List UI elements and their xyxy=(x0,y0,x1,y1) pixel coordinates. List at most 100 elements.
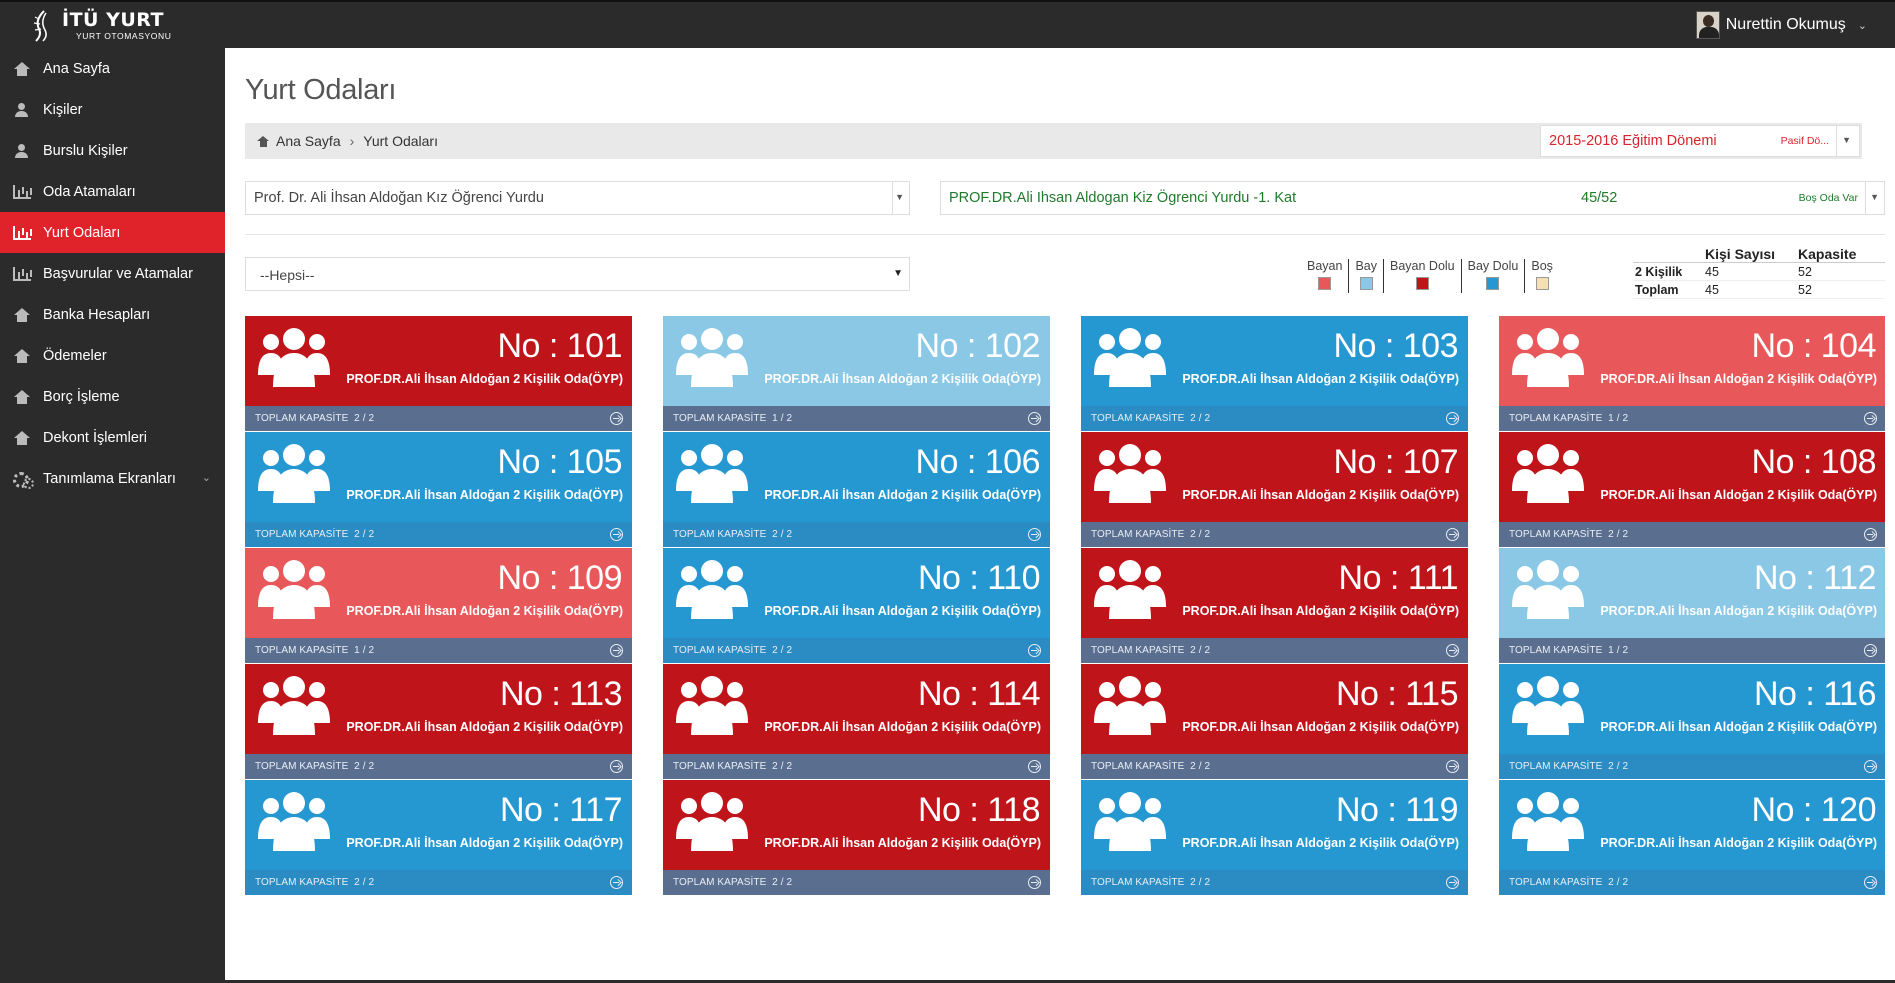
caret-down-icon: ▼ xyxy=(895,192,904,202)
user-menu[interactable]: Nurettin Okumuş ⌄ xyxy=(1695,10,1867,40)
arrow-circle-right-icon[interactable] xyxy=(1028,644,1041,657)
arrow-circle-right-icon[interactable] xyxy=(610,760,623,773)
sidebar-item-dekont-islemleri[interactable]: Dekont İşlemleri xyxy=(0,417,225,458)
room-number: No : 109 xyxy=(497,559,622,597)
arrow-circle-right-icon[interactable] xyxy=(1864,412,1877,425)
users-icon xyxy=(1512,323,1584,389)
room-capacity: TOPLAM KAPASİTE 1 / 2 xyxy=(673,413,793,424)
sidebar-item-kisiler[interactable]: Kişiler xyxy=(0,89,225,130)
sidebar-item-odemeler[interactable]: Ödemeler xyxy=(0,335,225,376)
arrow-circle-right-icon[interactable] xyxy=(610,644,623,657)
users-icon xyxy=(676,671,748,737)
logo[interactable]: İTÜ YURT YURT OTOMASYONU xyxy=(30,8,171,44)
sidebar-item-tanimlama-ekranlari[interactable]: Tanımlama Ekranları ⌄ xyxy=(0,458,225,499)
room-card[interactable]: No : 103 PROF.DR.Ali İhsan Aldoğan 2 Kişi… xyxy=(1081,316,1468,431)
room-type: PROF.DR.Ali İhsan Aldoğan 2 Kişilik Oda(… xyxy=(1600,836,1877,850)
dorm-select[interactable]: Prof. Dr. Ali İhsan Aldoğan Kız Öğrenci … xyxy=(245,181,910,215)
arrow-circle-right-icon[interactable] xyxy=(610,876,623,889)
room-capacity: TOPLAM KAPASİTE 2 / 2 xyxy=(673,877,793,888)
room-type: PROF.DR.Ali İhsan Aldoğan 2 Kişilik Oda(… xyxy=(764,720,1041,734)
arrow-circle-right-icon[interactable] xyxy=(1864,876,1877,889)
room-card[interactable]: No : 108 PROF.DR.Ali İhsan Aldoğan 2 Kişi… xyxy=(1499,432,1885,547)
room-card[interactable]: No : 110 PROF.DR.Ali İhsan Aldoğan 2 Kişi… xyxy=(663,548,1050,663)
sidebar-item-basvurular[interactable]: Başvurular ve Atamalar xyxy=(0,253,225,294)
arrow-circle-right-icon[interactable] xyxy=(1028,760,1041,773)
room-capacity: TOPLAM KAPASİTE 1 / 2 xyxy=(1509,413,1629,424)
room-card[interactable]: No : 113 PROF.DR.Ali İhsan Aldoğan 2 Kişi… xyxy=(245,664,632,779)
users-icon xyxy=(1512,439,1584,505)
sidebar-item-borc-isleme[interactable]: Borç İşleme xyxy=(0,376,225,417)
logo-title: İTÜ YURT xyxy=(62,9,164,32)
top-bar: İTÜ YURT YURT OTOMASYONU Nurettin Okumuş… xyxy=(0,0,1895,48)
room-number: No : 107 xyxy=(1333,443,1458,481)
room-card[interactable]: No : 111 PROF.DR.Ali İhsan Aldoğan 2 Kişi… xyxy=(1081,548,1468,663)
arrow-circle-right-icon[interactable] xyxy=(1446,412,1459,425)
arrow-circle-right-icon[interactable] xyxy=(1446,760,1459,773)
room-card[interactable]: No : 120 PROF.DR.Ali İhsan Aldoğan 2 Kişi… xyxy=(1499,780,1885,895)
floor-status: Boş Oda Var xyxy=(1798,192,1858,204)
room-card[interactable]: No : 112 PROF.DR.Ali İhsan Aldoğan 2 Kişi… xyxy=(1499,548,1885,663)
room-card[interactable]: No : 107 PROF.DR.Ali İhsan Aldoğan 2 Kişi… xyxy=(1081,432,1468,547)
sidebar-item-label: Ana Sayfa xyxy=(43,60,110,77)
room-card[interactable]: No : 101 PROF.DR.Ali İhsan Aldoğan 2 Kişi… xyxy=(245,316,632,431)
arrow-circle-right-icon[interactable] xyxy=(1028,412,1041,425)
sidebar-item-label: Yurt Odaları xyxy=(43,224,121,241)
user-icon xyxy=(13,143,31,158)
arrow-circle-right-icon[interactable] xyxy=(1864,644,1877,657)
room-card[interactable]: No : 102 PROF.DR.Ali İhsan Aldoğan 2 Kişi… xyxy=(663,316,1050,431)
arrow-circle-right-icon[interactable] xyxy=(1028,528,1041,541)
breadcrumb: Ana Sayfa › Yurt Odaları 2015-2016 Eğiti… xyxy=(245,123,1862,159)
room-card[interactable]: No : 109 PROF.DR.Ali İhsan Aldoğan 2 Kişi… xyxy=(245,548,632,663)
room-number: No : 120 xyxy=(1751,791,1876,829)
room-type: PROF.DR.Ali İhsan Aldoğan 2 Kişilik Oda(… xyxy=(346,604,623,618)
sidebar-item-yurt-odalari[interactable]: Yurt Odaları xyxy=(0,212,234,253)
sidebar-item-label: Ödemeler xyxy=(43,347,107,364)
sidebar-item-banka-hesaplari[interactable]: Banka Hesapları xyxy=(0,294,225,335)
room-capacity: TOPLAM KAPASİTE 2 / 2 xyxy=(255,413,375,424)
sidebar-item-oda-atamalari[interactable]: Oda Atamaları xyxy=(0,171,225,212)
room-card[interactable]: No : 118 PROF.DR.Ali İhsan Aldoğan 2 Kişi… xyxy=(663,780,1050,895)
room-capacity: TOPLAM KAPASİTE 2 / 2 xyxy=(1091,529,1211,540)
room-card[interactable]: No : 105 PROF.DR.Ali İhsan Aldoğan 2 Kişi… xyxy=(245,432,632,547)
room-card[interactable]: No : 116 PROF.DR.Ali İhsan Aldoğan 2 Kişi… xyxy=(1499,664,1885,779)
breadcrumb-home-link[interactable]: Ana Sayfa xyxy=(276,133,341,149)
stats-header-kisi-sayisi: Kişi Sayısı xyxy=(1705,246,1776,262)
sidebar-item-ana-sayfa[interactable]: Ana Sayfa xyxy=(0,48,225,89)
room-filter-select[interactable]: --Hepsi-- ▼ xyxy=(245,257,910,291)
page-title: Yurt Odaları xyxy=(245,74,397,106)
arrow-circle-right-icon[interactable] xyxy=(1446,644,1459,657)
room-card[interactable]: No : 119 PROF.DR.Ali İhsan Aldoğan 2 Kişi… xyxy=(1081,780,1468,895)
room-type: PROF.DR.Ali İhsan Aldoğan 2 Kişilik Oda(… xyxy=(764,488,1041,502)
room-card[interactable]: No : 104 PROF.DR.Ali İhsan Aldoğan 2 Kişi… xyxy=(1499,316,1885,431)
arrow-circle-right-icon[interactable] xyxy=(1028,876,1041,889)
chevron-down-icon: ⌄ xyxy=(201,472,211,484)
users-icon xyxy=(258,555,330,621)
legend-item-bayan-dolu: Bayan Dolu xyxy=(1384,259,1462,293)
arrow-circle-right-icon[interactable] xyxy=(1864,760,1877,773)
bar-chart-icon xyxy=(13,184,31,199)
sidebar-item-label: Tanımlama Ekranları xyxy=(43,470,176,487)
arrow-circle-right-icon[interactable] xyxy=(1446,528,1459,541)
room-card[interactable]: No : 117 PROF.DR.Ali İhsan Aldoğan 2 Kişi… xyxy=(245,780,632,895)
room-number: No : 108 xyxy=(1751,443,1876,481)
arrow-circle-right-icon[interactable] xyxy=(1446,876,1459,889)
users-icon xyxy=(676,787,748,853)
room-type: PROF.DR.Ali İhsan Aldoğan 2 Kişilik Oda(… xyxy=(1600,372,1877,386)
arrow-circle-right-icon[interactable] xyxy=(610,412,623,425)
sidebar-item-burslu-kisiler[interactable]: Burslu Kişiler xyxy=(0,130,225,171)
room-card[interactable]: No : 115 PROF.DR.Ali İhsan Aldoğan 2 Kişi… xyxy=(1081,664,1468,779)
term-select[interactable]: 2015-2016 Eğitim Dönemi Pasif Dö... ▼ xyxy=(1540,125,1860,157)
room-card[interactable]: No : 114 PROF.DR.Ali İhsan Aldoğan 2 Kişi… xyxy=(663,664,1050,779)
sidebar-item-label: Dekont İşlemleri xyxy=(43,429,147,446)
sidebar-item-label: Borç İşleme xyxy=(43,388,120,405)
room-card[interactable]: No : 106 PROF.DR.Ali İhsan Aldoğan 2 Kişi… xyxy=(663,432,1050,547)
arrow-circle-right-icon[interactable] xyxy=(1864,528,1877,541)
arrow-circle-right-icon[interactable] xyxy=(610,528,623,541)
home-icon xyxy=(13,389,31,404)
floor-select[interactable]: PROF.DR.Ali Ihsan Aldogan Kiz Ögrenci Yu… xyxy=(940,181,1885,215)
legend-item-bay: Bay xyxy=(1349,259,1384,293)
breadcrumb-separator: › xyxy=(349,133,355,149)
gears-icon xyxy=(13,471,34,489)
users-icon xyxy=(1094,787,1166,853)
room-type: PROF.DR.Ali İhsan Aldoğan 2 Kişilik Oda(… xyxy=(1600,488,1877,502)
